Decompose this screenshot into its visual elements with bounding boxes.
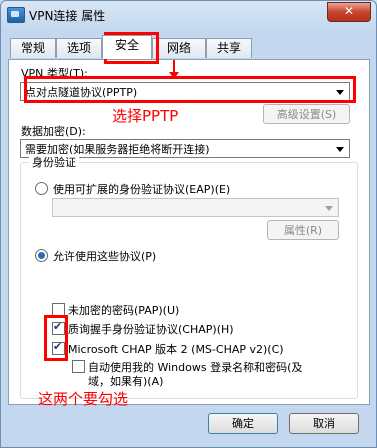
auth-group-title: 身份验证 [29, 154, 79, 170]
network-connection-icon [7, 7, 25, 23]
pap-label: 未加密的密码(PAP)(U) [68, 304, 180, 317]
chap-label: 质询握手身份验证协议(CHAP)(H) [68, 323, 234, 336]
tab-security[interactable]: 安全 [102, 35, 152, 59]
vpn-type-highlight [24, 76, 356, 103]
tab-networking[interactable]: 网络 [152, 38, 206, 58]
eap-properties-button[interactable]: 属性(R) [267, 220, 339, 240]
cancel-button[interactable]: 取消 [289, 413, 359, 434]
chevron-down-icon [336, 147, 344, 152]
properties-window: VPN连接 属性 ✕ 常规 选项 安全 网络 共享 VPN 类型(T): 点对点… [0, 0, 377, 448]
chevron-down-icon [325, 206, 333, 211]
tab-general[interactable]: 常规 [10, 38, 56, 58]
select-pptp-annotation: 选择PPTP [112, 107, 179, 125]
tab-sharing[interactable]: 共享 [206, 38, 252, 58]
checkbox-highlight [44, 315, 68, 361]
eap-radio-label: 使用可扩展的身份验证协议(EAP)(E) [53, 183, 231, 196]
tab-options[interactable]: 选项 [56, 38, 102, 58]
close-button[interactable]: ✕ [327, 2, 371, 22]
window-title: VPN连接 属性 [29, 9, 106, 23]
ok-button[interactable]: 确定 [208, 413, 278, 434]
windows-login-checkbox[interactable] [72, 360, 85, 373]
check-both-annotation: 这两个要勾选 [38, 390, 129, 408]
allow-protocols-radio[interactable] [35, 249, 48, 262]
title-bar[interactable]: VPN连接 属性 ✕ [1, 1, 376, 29]
eap-select[interactable] [52, 198, 339, 217]
windows-login-label-line2: 域，如果有)(A) [88, 375, 164, 388]
close-icon: ✕ [343, 4, 355, 18]
encryption-label: 数据加密(D): [21, 125, 86, 138]
allow-protocols-label: 允许使用这些协议(P) [53, 250, 157, 263]
eap-radio[interactable] [35, 182, 48, 195]
advanced-settings-button[interactable]: 高级设置(S) [263, 104, 350, 124]
mschapv2-label: Microsoft CHAP 版本 2 (MS-CHAP v2)(C) [68, 343, 284, 356]
